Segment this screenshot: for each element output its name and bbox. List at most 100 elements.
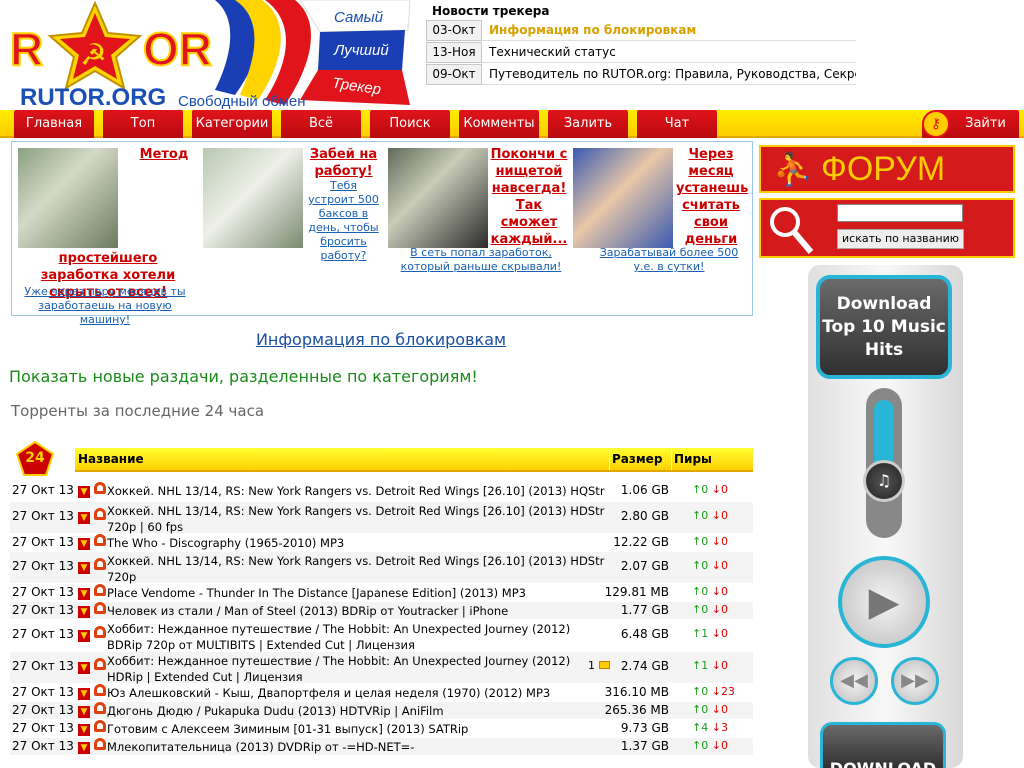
ad-2-sub[interactable]: Тебя устроит 500 баксов в день, чтобы бр… [306, 179, 381, 263]
torrent-name-link[interactable]: Готовим с Алексеем Зиминым [01-31 выпуск… [107, 720, 605, 737]
download-icon[interactable]: ▼ [78, 486, 90, 498]
ad-image-suitcase[interactable] [388, 148, 488, 248]
site-logo[interactable]: ☭ R OR RUTOR.ORG Свободный обмен Самый Л… [0, 0, 420, 112]
play-button[interactable]: ▶ [838, 556, 930, 648]
row-icons[interactable]: ▼ [78, 658, 106, 674]
row-icons[interactable]: ▼ [78, 602, 106, 618]
search-button[interactable]: искать по названию [837, 229, 964, 249]
ad-1-sub[interactable]: Уже через пару месяцев ты заработаешь на… [12, 285, 198, 327]
download-icon[interactable]: ▼ [78, 706, 90, 718]
new-by-category-link[interactable]: Показать новые раздачи, разделенные по к… [9, 367, 478, 386]
torrent-name-link[interactable]: Хоккей. NHL 13/14, RS: New York Rangers … [107, 482, 605, 499]
torrent-name-link[interactable]: Юз Алешковский - Кыш, Двапортфеля и цела… [107, 684, 605, 701]
download-icon[interactable]: ▼ [78, 688, 90, 700]
col-peers[interactable]: Пиры [671, 448, 712, 470]
download-icon[interactable]: ▼ [78, 742, 90, 754]
volume-knob[interactable]: ♫ [863, 460, 905, 502]
search-input[interactable] [837, 204, 963, 222]
leechers-icon: ↓ [711, 483, 721, 496]
news-link[interactable]: Технический статус [482, 42, 856, 63]
download-icon[interactable]: ▼ [78, 538, 90, 550]
menu-comments[interactable]: Комменты [459, 110, 539, 138]
rewind-button[interactable]: ◀◀ [830, 657, 878, 705]
menu-search[interactable]: Поиск [370, 110, 450, 138]
download-icon[interactable]: ▼ [78, 512, 90, 524]
torrent-name-link[interactable]: Человек из стали / Man of Steel (2013) B… [107, 602, 605, 619]
download-icon[interactable]: ▼ [78, 588, 90, 600]
player-download-button[interactable]: DOWNLOAD [820, 722, 946, 768]
ad-image-businessman[interactable] [203, 148, 303, 248]
magnet-icon[interactable] [93, 626, 106, 638]
download-icon[interactable]: ▼ [78, 562, 90, 574]
news-link[interactable]: Информация по блокировкам [482, 20, 856, 41]
row-icons[interactable]: ▼ [78, 482, 106, 498]
ad-image-woman[interactable] [573, 148, 673, 248]
torrent-name-link[interactable]: Хоккей. NHL 13/14, RS: New York Rangers … [107, 552, 605, 585]
menu-all[interactable]: Всё [281, 110, 361, 138]
volume-slider[interactable]: ♫ [863, 388, 905, 538]
magnet-icon[interactable] [93, 684, 106, 696]
torrent-name-link[interactable]: Млекопитательница (2013) DVDRip от -=HD-… [107, 738, 605, 755]
download-icon[interactable]: ▼ [78, 606, 90, 618]
menu-upload[interactable]: Залить [548, 110, 628, 138]
seeders: 0 [701, 483, 709, 496]
torrent-name-link[interactable]: The Who - Discography (1965-2010) MP3 [107, 534, 605, 551]
col-size[interactable]: Размер [609, 448, 662, 470]
news-date: 13-Ноя [426, 42, 482, 63]
magnet-icon[interactable] [93, 508, 106, 520]
ad-2-title[interactable]: Забей на работу! [306, 146, 381, 180]
ad-3-title[interactable]: Покончи с нищетой навсегда! Так сможет к… [489, 146, 569, 248]
ad-1-title[interactable]: Метод [124, 146, 204, 163]
download-icon[interactable]: ▼ [78, 724, 90, 736]
comment-count[interactable]: 1 [588, 659, 610, 672]
leechers: 0 [720, 535, 728, 548]
row-icons[interactable]: ▼ [78, 738, 106, 754]
download-icon[interactable]: ▼ [78, 630, 90, 642]
forum-button[interactable]: ⛹ ФОРУМ [759, 145, 1015, 193]
torrent-name-link[interactable]: Place Vendome - Thunder In The Distance … [107, 584, 605, 601]
torrent-name-link[interactable]: Хоббит: Нежданное путешествие / The Hobb… [107, 652, 605, 685]
ad-4-sub[interactable]: Зарабатывай более 500 у.е. в сутки! [588, 246, 750, 274]
torrent-name-link[interactable]: Хоккей. NHL 13/14, RS: New York Rangers … [107, 502, 605, 535]
torrent-name-link[interactable]: Дюгонь Дюдю / Pukapuka Dudu (2013) HDTVR… [107, 702, 605, 719]
news-item[interactable]: 09-Окт Путеводитель по RUTOR.org: Правил… [426, 64, 856, 85]
row-icons[interactable]: ▼ [78, 720, 106, 736]
download-top10-button[interactable]: Download Top 10 Music Hits [816, 275, 952, 379]
leechers: 0 [720, 603, 728, 616]
magnet-icon[interactable] [93, 658, 106, 670]
block-info-link[interactable]: Информация по блокировкам [0, 330, 762, 349]
menu-chat[interactable]: Чат [637, 110, 717, 138]
row-icons[interactable]: ▼ [78, 534, 106, 550]
row-icons[interactable]: ▼ [78, 558, 106, 574]
row-icons[interactable]: ▼ [78, 702, 106, 718]
forward-button[interactable]: ▶▶ [891, 657, 939, 705]
torrent-name-link[interactable]: Хоббит: Нежданное путешествие / The Hobb… [107, 620, 605, 653]
download-icon[interactable]: ▼ [78, 662, 90, 674]
news-item[interactable]: 13-Ноя Технический статус [426, 42, 856, 63]
ad-4-title[interactable]: Через месяц устанешь считать свои деньги [676, 146, 748, 248]
magnet-icon[interactable] [93, 702, 106, 714]
ad-3-sub[interactable]: В сеть попал заработок, который раньше с… [392, 246, 570, 274]
news-item[interactable]: 03-Окт Информация по блокировкам [426, 20, 856, 41]
ad-image-money[interactable] [18, 148, 118, 248]
table-row: 27 Окт 13 ▼ The Who - Discography (1965-2… [10, 534, 753, 552]
menu-home[interactable]: Главная [14, 110, 94, 138]
news-link[interactable]: Путеводитель по RUTOR.org: Правила, Руко… [482, 64, 856, 85]
magnet-icon[interactable] [93, 584, 106, 596]
row-icons[interactable]: ▼ [78, 584, 106, 600]
row-icons[interactable]: ▼ [78, 626, 106, 642]
seeders: 0 [701, 685, 709, 698]
menu-categories[interactable]: Категории [192, 110, 272, 138]
login-button[interactable]: ⚷ Зайти [922, 110, 1019, 138]
magnet-icon[interactable] [93, 738, 106, 750]
magnet-icon[interactable] [93, 534, 106, 546]
menu-top[interactable]: Топ [103, 110, 183, 138]
magnet-icon[interactable] [93, 602, 106, 614]
magnet-icon[interactable] [93, 720, 106, 732]
row-icons[interactable]: ▼ [78, 508, 106, 524]
col-name[interactable]: Название [78, 448, 144, 470]
magnet-icon[interactable] [93, 558, 106, 570]
magnet-icon[interactable] [93, 482, 106, 494]
row-icons[interactable]: ▼ [78, 684, 106, 700]
table-row: 27 Окт 13 ▼ Хоккей. NHL 13/14, RS: New Yo… [10, 482, 753, 502]
